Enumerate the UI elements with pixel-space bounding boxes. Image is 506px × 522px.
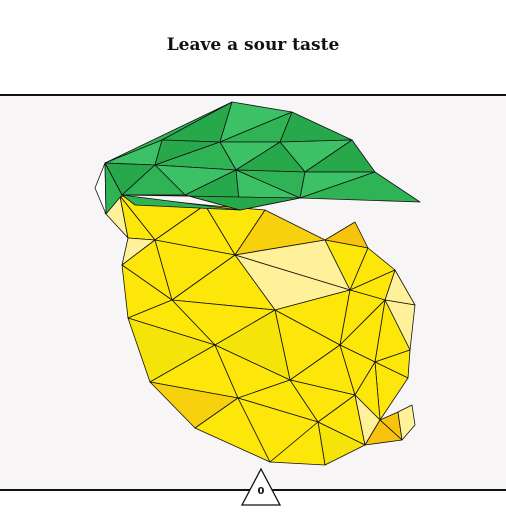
leaf-facet	[104, 139, 163, 166]
leaf-facet	[279, 111, 353, 143]
page-title: Leave a sour taste	[166, 35, 340, 55]
header: Leave a sour taste	[0, 0, 506, 94]
counter-button[interactable]: 0	[240, 467, 282, 507]
counter-value: 0	[257, 486, 265, 497]
leaf-facet	[94, 162, 107, 215]
game-stage[interactable]	[0, 96, 506, 489]
lemon-illustration[interactable]	[0, 96, 506, 489]
